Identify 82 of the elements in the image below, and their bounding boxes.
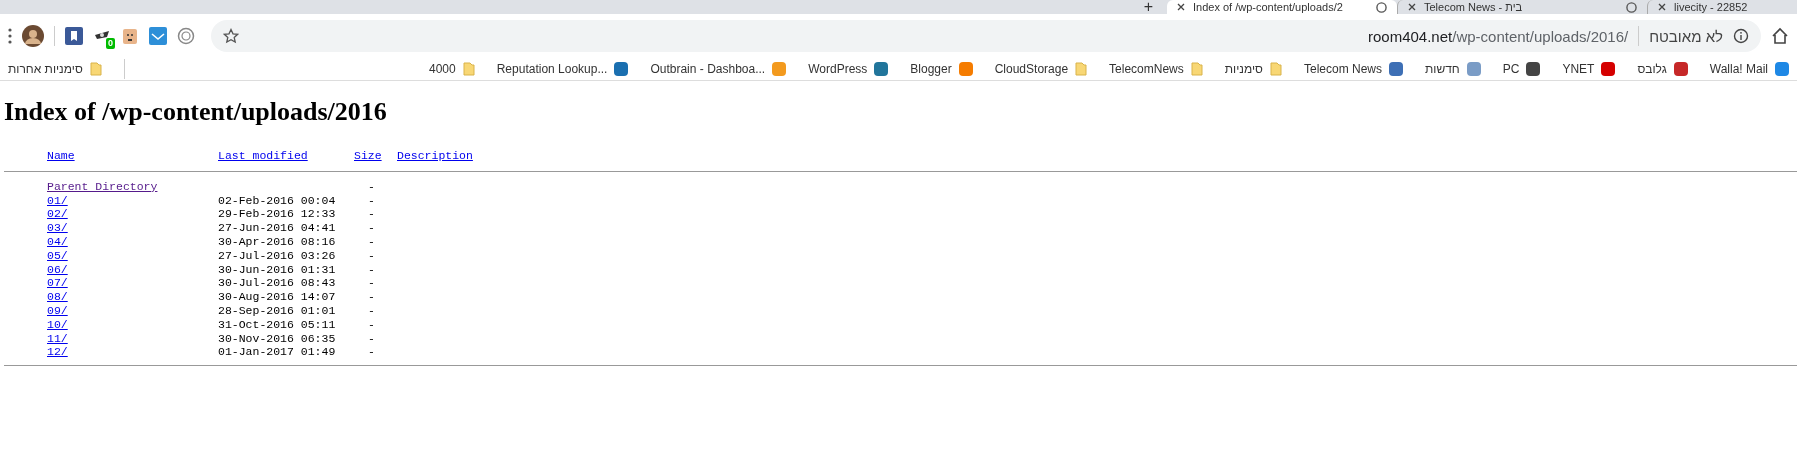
modified-date: 30-Apr-2016 08:16 [218,235,337,249]
size-cell-text: - [368,317,376,332]
bookmark-item[interactable]: WordPress [808,62,889,76]
bookmark-item[interactable]: CloudStorage [994,62,1088,76]
new-tab-button[interactable]: + [1129,0,1167,14]
size-cell-text: - [368,345,376,360]
extension-badge: 0 [106,38,115,49]
directory-link[interactable]: 09/ [47,303,68,318]
column-header-link[interactable]: Description [397,149,473,163]
size-cell-text: - [368,193,376,208]
modified-date: 31-Oct-2016 05:11 [218,317,337,332]
size-cell-text: - [368,179,376,194]
modified-date: 01-Jan-2017 01:49 [218,345,337,360]
modified-date: 29-Feb-2016 12:33 [218,207,337,222]
directory-link[interactable]: 08/ [47,290,68,304]
security-label: לא מאובטח [1649,27,1723,45]
folder-icon [1075,62,1088,76]
directory-link[interactable]: 05/ [47,248,68,263]
bookmark-icon[interactable] [65,27,83,45]
face-icon[interactable] [121,27,139,45]
directory-link[interactable]: 06/ [47,262,68,277]
bookmark-item[interactable]: Reputation Lookup... [496,62,629,76]
bookmark-item[interactable]: Outbrain - Dashboa... [650,62,787,76]
close-icon[interactable] [1408,3,1416,11]
page-heading: Index of /wp-content/uploads/2016 [4,96,388,128]
folder-icon [1190,62,1203,76]
column-header-link[interactable]: Size [354,149,382,163]
directory-link[interactable]: 11/ [47,331,68,346]
size-cell-text: - [368,248,376,263]
directory-link[interactable]: 04/ [47,235,68,249]
bookmark-item[interactable]: גלובס [1637,62,1688,76]
size-cell-text: - [368,276,376,291]
directory-link[interactable]: 12/ [47,345,68,360]
modified-date: 30-Jul-2016 08:43 [218,276,337,291]
bookmark-item[interactable]: TelecomNews [1109,62,1203,76]
directory-link[interactable]: 03/ [47,221,68,235]
directory-link[interactable]: 07/ [47,276,68,291]
close-icon[interactable] [1658,3,1666,11]
info-icon[interactable] [1733,28,1749,44]
size-cell-text: - [368,331,376,346]
size-cell-text: - [368,262,376,277]
column-header-link[interactable]: Last modified [218,149,308,163]
menu-icon[interactable] [8,28,12,44]
star-icon[interactable] [223,28,239,44]
size-cell-text: - [368,207,376,222]
modified-date: 30-Aug-2016 14:07 [218,290,337,304]
folder-icon [1269,62,1282,76]
bookmark-item[interactable]: 4000 [429,62,475,76]
folder-icon [89,62,102,76]
size-cell-text: - [368,290,376,304]
size-cell-text: - [368,303,376,318]
size-cell-text: - [368,221,376,235]
directory-link[interactable]: 02/ [47,207,68,222]
avatar-icon[interactable] [22,25,44,47]
close-icon[interactable] [1177,3,1185,11]
modified-date: 27-Jun-2016 04:41 [218,221,337,235]
size-cell-text: - [368,235,376,249]
bookmark-item[interactable]: Telecom News [1303,62,1403,76]
bookmark-item[interactable]: Blogger [910,62,973,76]
modified-date: 02-Feb-2016 00:04 [218,193,337,208]
modified-date: 30-Nov-2016 06:35 [218,331,337,346]
directory-link[interactable]: Parent Directory [47,179,158,194]
browser-tab[interactable]: Index of /wp-content/uploads/2 [1167,0,1397,14]
tab-title: Telecom News - בית [1424,1,1524,13]
tab-title: Index of /wp-content/uploads/2 [1193,1,1344,13]
modified-date: 30-Jun-2016 01:31 [218,262,337,277]
url-text: room404.net/wp-content/uploads/2016/ [1368,27,1629,45]
home-icon[interactable] [1771,27,1789,45]
mail-icon[interactable] [149,27,167,45]
bookmark-item[interactable]: Walla! Mail [1709,62,1789,76]
other-bookmarks[interactable]: סימניות אחרות [8,62,102,76]
bookmark-item[interactable]: סימניות [1224,62,1282,76]
column-header-link[interactable]: Name [47,149,75,163]
bookmark-item[interactable]: חדשות [1425,62,1481,76]
folder-icon [462,62,475,76]
modified-date: 28-Sep-2016 01:01 [218,303,337,318]
bookmark-item[interactable]: PC [1502,62,1541,76]
modified-date: 27-Jul-2016 03:26 [218,248,337,263]
directory-link[interactable]: 01/ [47,193,68,208]
tab-title: livecity - 22852 [1674,1,1749,13]
directory-link[interactable]: 10/ [47,317,68,332]
bookmark-item[interactable]: YNET [1562,62,1616,76]
